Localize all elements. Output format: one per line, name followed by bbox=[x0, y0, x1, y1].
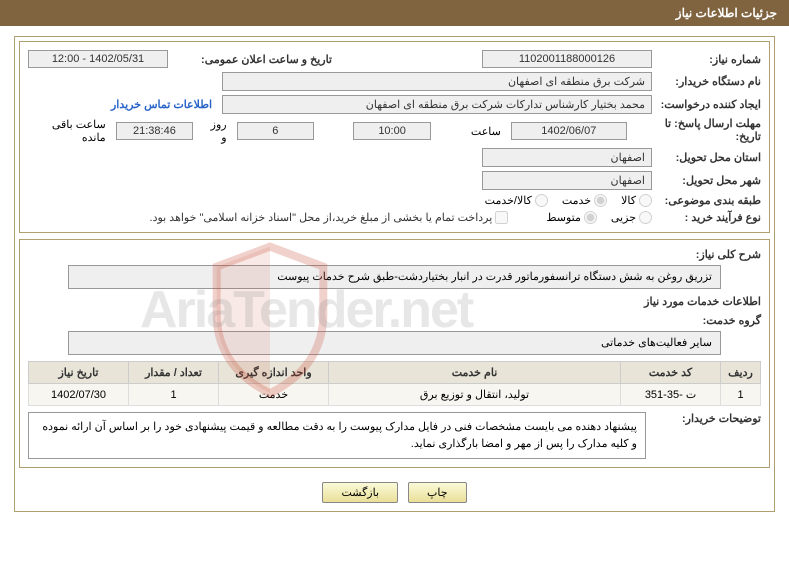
deadline-date-value: 1402/06/07 bbox=[511, 122, 627, 140]
buyer-note-text: پیشنهاد دهنده می بایست مشخصات فنی در فای… bbox=[28, 412, 646, 459]
class-goods-option[interactable]: کالا bbox=[621, 194, 652, 207]
process-medium-option[interactable]: متوسط bbox=[546, 211, 597, 224]
days-suffix: روز و bbox=[203, 118, 226, 144]
payment-checkbox[interactable]: پرداخت تمام یا بخشی از مبلغ خرید،از محل … bbox=[150, 211, 509, 224]
overview-text: تزریق روغن به شش دستگاه ترانسفورماتور قد… bbox=[68, 265, 721, 289]
table-row: 1 ت -35-351 تولید، انتقال و توزیع برق خد… bbox=[29, 384, 761, 406]
col-qty: تعداد / مقدار bbox=[129, 362, 219, 384]
class-service-option[interactable]: خدمت bbox=[562, 194, 607, 207]
group-text: سایر فعالیت‌های خدماتی bbox=[68, 331, 721, 355]
back-button[interactable]: بازگشت bbox=[322, 482, 398, 503]
class-label: طبقه بندی موضوعی: bbox=[656, 194, 761, 207]
time-label: ساعت bbox=[441, 125, 501, 138]
buyer-contact-link[interactable]: اطلاعات تماس خریدار bbox=[111, 98, 218, 111]
buyer-org-value: شرکت برق منطقه ای اصفهان bbox=[222, 72, 652, 91]
time-remain-value: 21:38:46 bbox=[116, 122, 194, 140]
class-radio-group: کالا خدمت کالا/خدمت bbox=[485, 194, 652, 207]
province-label: استان محل تحویل: bbox=[656, 151, 761, 164]
city-value: اصفهان bbox=[482, 171, 652, 190]
city-label: شهر محل تحویل: bbox=[656, 174, 761, 187]
deadline-time-value: 10:00 bbox=[353, 122, 431, 140]
process-radio-group: جزیی متوسط bbox=[546, 211, 652, 224]
announce-date-value: 1402/05/31 - 12:00 bbox=[28, 50, 168, 68]
main-panel: شماره نیاز: 1102001188000126 تاریخ و ساع… bbox=[14, 36, 775, 512]
class-both-option[interactable]: کالا/خدمت bbox=[485, 194, 548, 207]
col-unit: واحد اندازه گیری bbox=[219, 362, 329, 384]
province-value: اصفهان bbox=[482, 148, 652, 167]
services-table: ردیف کد خدمت نام خدمت واحد اندازه گیری ت… bbox=[28, 361, 761, 406]
col-row: ردیف bbox=[721, 362, 761, 384]
col-name: نام خدمت bbox=[329, 362, 621, 384]
button-bar: چاپ بازگشت bbox=[19, 474, 770, 507]
group-label: گروه خدمت: bbox=[656, 314, 761, 327]
announce-date-label: تاریخ و ساعت اعلان عمومی: bbox=[172, 53, 332, 66]
remain-suffix: ساعت باقی مانده bbox=[28, 118, 106, 144]
requester-value: محمد بختیار کارشناس تدارکات شرکت برق منط… bbox=[222, 95, 652, 114]
services-heading: اطلاعات خدمات مورد نیاز bbox=[28, 295, 761, 308]
requester-label: ایجاد کننده درخواست: bbox=[656, 98, 761, 111]
description-fieldset: شرح کلی نیاز: تزریق روغن به شش دستگاه تر… bbox=[19, 239, 770, 468]
process-label: نوع فرآیند خرید : bbox=[656, 211, 761, 224]
info-fieldset: شماره نیاز: 1102001188000126 تاریخ و ساع… bbox=[19, 41, 770, 233]
print-button[interactable]: چاپ bbox=[408, 482, 467, 503]
buyer-note-label: توضیحات خریدار: bbox=[656, 412, 761, 425]
need-number-label: شماره نیاز: bbox=[656, 53, 761, 66]
days-remain-value: 6 bbox=[237, 122, 315, 140]
overview-label: شرح کلی نیاز: bbox=[656, 248, 761, 261]
need-number-value: 1102001188000126 bbox=[482, 50, 652, 68]
deadline-label: مهلت ارسال پاسخ: تا تاریخ: bbox=[637, 118, 761, 144]
col-date: تاریخ نیاز bbox=[29, 362, 129, 384]
buyer-org-label: نام دستگاه خریدار: bbox=[656, 75, 761, 88]
col-code: کد خدمت bbox=[621, 362, 721, 384]
process-minor-option[interactable]: جزیی bbox=[611, 211, 652, 224]
panel-title: جزئیات اطلاعات نیاز bbox=[0, 0, 789, 26]
